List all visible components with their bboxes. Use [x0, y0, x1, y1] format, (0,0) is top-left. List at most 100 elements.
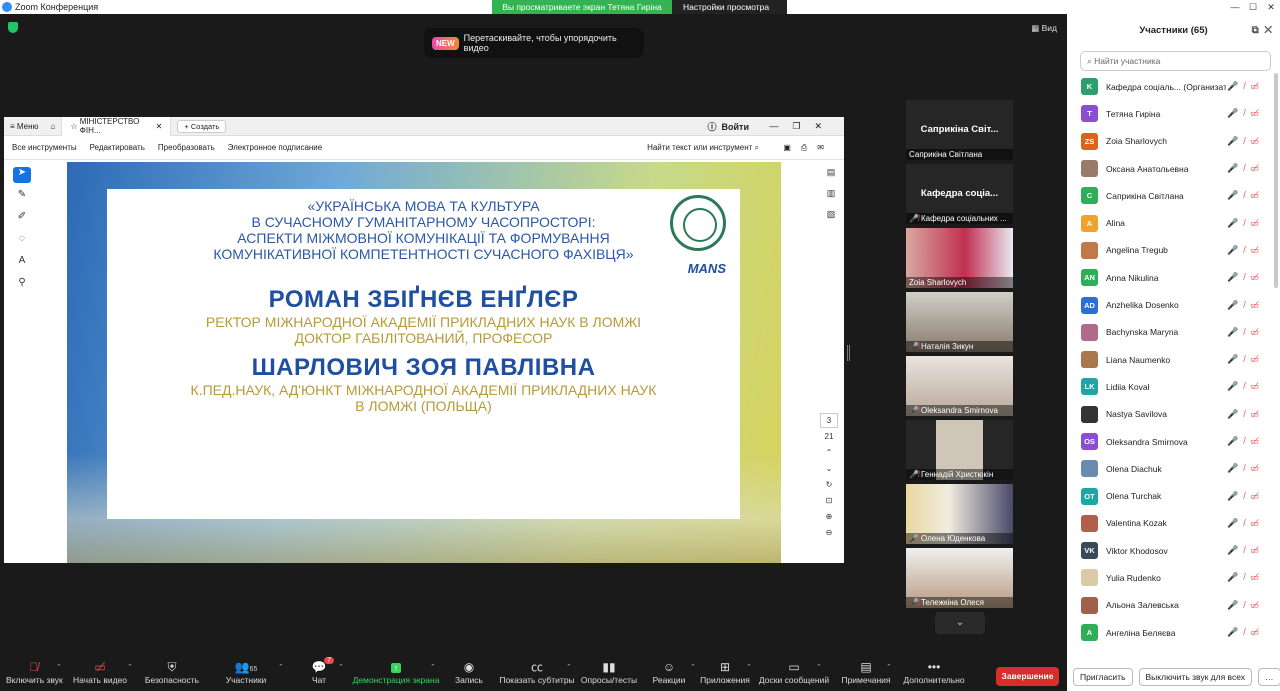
video-tile[interactable]: 🎤̸ Олена Юденкова: [906, 484, 1013, 544]
more-button[interactable]: ••• Дополнительно: [902, 659, 966, 685]
lasso-tool-icon[interactable]: ◌: [13, 233, 31, 249]
tool-all[interactable]: Все инструменты: [12, 143, 77, 152]
reactions-button[interactable]: ☺ Реакции: [650, 659, 688, 685]
avatar: [1081, 514, 1098, 532]
chat-options-caret[interactable]: ⌃: [338, 663, 344, 671]
video-tile[interactable]: Саприкіна Світ... Саприкіна Світлана: [906, 100, 1013, 160]
participant-row[interactable]: A Ангеліна Беляєва 🎤̸▭̸: [1067, 619, 1280, 646]
view-settings-button[interactable]: Настройки просмотра: [672, 0, 787, 14]
participant-row[interactable]: Angelina Tregub 🎤̸▭̸: [1067, 237, 1280, 264]
apps-options-caret[interactable]: ⌃: [746, 663, 752, 671]
find-tool[interactable]: Найти текст или инструмент ⌕: [647, 143, 759, 153]
panel-popout-close-icons[interactable]: ⧉ ✕: [1252, 25, 1272, 36]
fit-page-icon[interactable]: ⊡: [818, 496, 840, 505]
acrobat-window-controls[interactable]: —❐✕: [769, 121, 836, 132]
page-up-icon[interactable]: ⌃: [818, 448, 840, 457]
page-number-input[interactable]: 3: [820, 413, 838, 428]
participants-options-caret[interactable]: ⌃: [278, 663, 284, 671]
video-tile[interactable]: 🎤̸ Геннадій Христюкін: [906, 420, 1013, 480]
view-button[interactable]: ▦ Вид: [1031, 23, 1057, 34]
participant-row[interactable]: Nastya Savilova 🎤̸▭̸: [1067, 401, 1280, 428]
apps-button[interactable]: ⊞ Приложения: [699, 659, 751, 685]
reactions-options-caret[interactable]: ⌃: [690, 663, 696, 671]
signin-button[interactable]: ⓘ Войти: [708, 120, 750, 133]
gallery-scroll-down-icon[interactable]: ⌄: [935, 612, 985, 634]
rotate-icon[interactable]: ↻: [818, 480, 840, 489]
record-button[interactable]: ◉ Запись: [452, 659, 486, 685]
participant-row[interactable]: Valentina Kozak 🎤̸▭̸: [1067, 510, 1280, 537]
minimize-button[interactable]: —: [1226, 0, 1244, 14]
acrobat-menu-button[interactable]: ≡ Меню: [4, 122, 45, 131]
document-tab[interactable]: ☆ МІНІСТЕРСТВО ФІН... ✕: [61, 116, 172, 136]
maximize-button[interactable]: ☐: [1244, 0, 1262, 14]
video-tile[interactable]: Zoia Sharlovych: [906, 228, 1013, 288]
mic-camera-status-icon: 🎤̸▭̸: [1227, 545, 1265, 556]
tool-esign[interactable]: Электронное подписание: [228, 143, 323, 152]
participant-list-scrollbar[interactable]: [1274, 73, 1278, 288]
participant-row[interactable]: T Тетяна Гиріна 🎤̸▭̸: [1067, 100, 1280, 127]
unmute-button[interactable]: 🎙̸ Включить звук: [6, 659, 63, 685]
chat-button[interactable]: 💬 7 Чат: [302, 657, 336, 685]
comment-tool-icon[interactable]: ✎: [13, 189, 31, 205]
participant-row[interactable]: C Саприкіна Світлана 🎤̸▭̸: [1067, 182, 1280, 209]
tool-convert[interactable]: Преобразовать: [158, 143, 215, 152]
notes-button[interactable]: ▤ Примечания: [840, 659, 892, 685]
acrobat-toolbar: Все инструменты Редактировать Преобразов…: [4, 136, 844, 160]
share-screen-button[interactable]: ↑ Демонстрация экрана: [352, 659, 440, 685]
participant-row[interactable]: LK Lidiia Koval 🎤̸▭̸: [1067, 373, 1280, 400]
participant-row[interactable]: Альона Залевська 🎤̸▭̸: [1067, 592, 1280, 619]
draw-tool-icon[interactable]: ✐: [13, 211, 31, 227]
participants-button[interactable]: 👥65 Участники: [220, 659, 272, 685]
participant-row[interactable]: OS Oleksandra Smirnova 🎤̸▭̸: [1067, 428, 1280, 455]
captions-button[interactable]: ㏄ Показать субтитры: [498, 659, 576, 685]
acrobat-action-icons[interactable]: ▣⎙✉: [783, 143, 834, 153]
video-tile[interactable]: Кафедра соціа... 🎤̸ Кафедра соціальних ..…: [906, 164, 1013, 224]
security-button[interactable]: ⛨ Безопасность: [144, 659, 200, 685]
comments-panel-icon[interactable]: ▤: [822, 167, 840, 183]
stamp-tool-icon[interactable]: ⚲: [13, 277, 31, 293]
video-tile[interactable]: 🎤̸ Тележкіна Олеся: [906, 548, 1013, 608]
participant-search-input[interactable]: ⌕ Найти участника: [1080, 51, 1271, 71]
invite-button[interactable]: Пригласить: [1073, 668, 1133, 686]
select-tool-icon[interactable]: ➤: [13, 167, 31, 183]
notes-options-caret[interactable]: ⌃: [886, 663, 892, 671]
whiteboards-options-caret[interactable]: ⌃: [816, 663, 822, 671]
pages-panel-icon[interactable]: ▧: [822, 209, 840, 225]
zoom-in-icon[interactable]: ⊕: [818, 512, 840, 521]
participant-row[interactable]: AD Anzhelika Dosenko 🎤̸▭̸: [1067, 291, 1280, 318]
avatar: LK: [1081, 378, 1098, 396]
encryption-shield-icon[interactable]: [8, 22, 18, 33]
share-options-caret[interactable]: ⌃: [430, 663, 436, 671]
polls-button[interactable]: ▮▮ Опросы/тесты: [580, 659, 638, 685]
participant-row[interactable]: Yulia Rudenko 🎤̸▭̸: [1067, 564, 1280, 591]
participant-row[interactable]: AN Anna Nikulina 🎤̸▭̸: [1067, 264, 1280, 291]
video-tile[interactable]: 🎤̸ Наталія Зикун: [906, 292, 1013, 352]
end-meeting-button[interactable]: Завершение: [996, 667, 1059, 686]
zoom-out-icon[interactable]: ⊖: [818, 528, 840, 537]
participant-row[interactable]: K Кафедра соціаль... (Организатор, я)🎤̸▭̸: [1067, 73, 1280, 100]
more-options-button[interactable]: …: [1258, 668, 1280, 686]
participant-row[interactable]: Bachynska Maryna 🎤̸▭̸: [1067, 319, 1280, 346]
close-window-button[interactable]: ✕: [1262, 0, 1280, 14]
mic-camera-status-icon: 🎤̸▭̸: [1227, 108, 1265, 119]
participant-row[interactable]: A Alina 🎤̸▭̸: [1067, 209, 1280, 236]
participant-row[interactable]: Olena Diachuk 🎤̸▭̸: [1067, 455, 1280, 482]
participant-row[interactable]: Liana Naumenko 🎤̸▭̸: [1067, 346, 1280, 373]
page-down-icon[interactable]: ⌄: [818, 464, 840, 473]
create-tab-button[interactable]: + Создать: [177, 119, 227, 133]
participant-row[interactable]: OT Olena Turchak 🎤̸▭̸: [1067, 482, 1280, 509]
tool-edit[interactable]: Редактировать: [90, 143, 145, 152]
start-video-button[interactable]: ▭̸ Начать видео: [72, 659, 128, 685]
participant-row[interactable]: ZS Zoia Sharlovych 🎤̸▭̸: [1067, 128, 1280, 155]
mute-all-button[interactable]: Выключить звук для всех: [1138, 668, 1253, 686]
video-tile[interactable]: 🎤̸ Oleksandra Smirnova: [906, 356, 1013, 416]
audio-options-caret[interactable]: ⌃: [56, 663, 62, 671]
bookmarks-panel-icon[interactable]: ▥: [822, 188, 840, 204]
captions-options-caret[interactable]: ⌃: [566, 663, 572, 671]
text-tool-icon[interactable]: A: [13, 255, 31, 271]
home-icon[interactable]: ⌂: [45, 122, 62, 131]
participant-row[interactable]: VK Viktor Khodosov 🎤̸▭̸: [1067, 537, 1280, 564]
participant-row[interactable]: Оксана Анатольевна 🎤̸▭̸: [1067, 155, 1280, 182]
video-options-caret[interactable]: ⌃: [127, 663, 133, 671]
splitter-handle[interactable]: [847, 345, 850, 361]
